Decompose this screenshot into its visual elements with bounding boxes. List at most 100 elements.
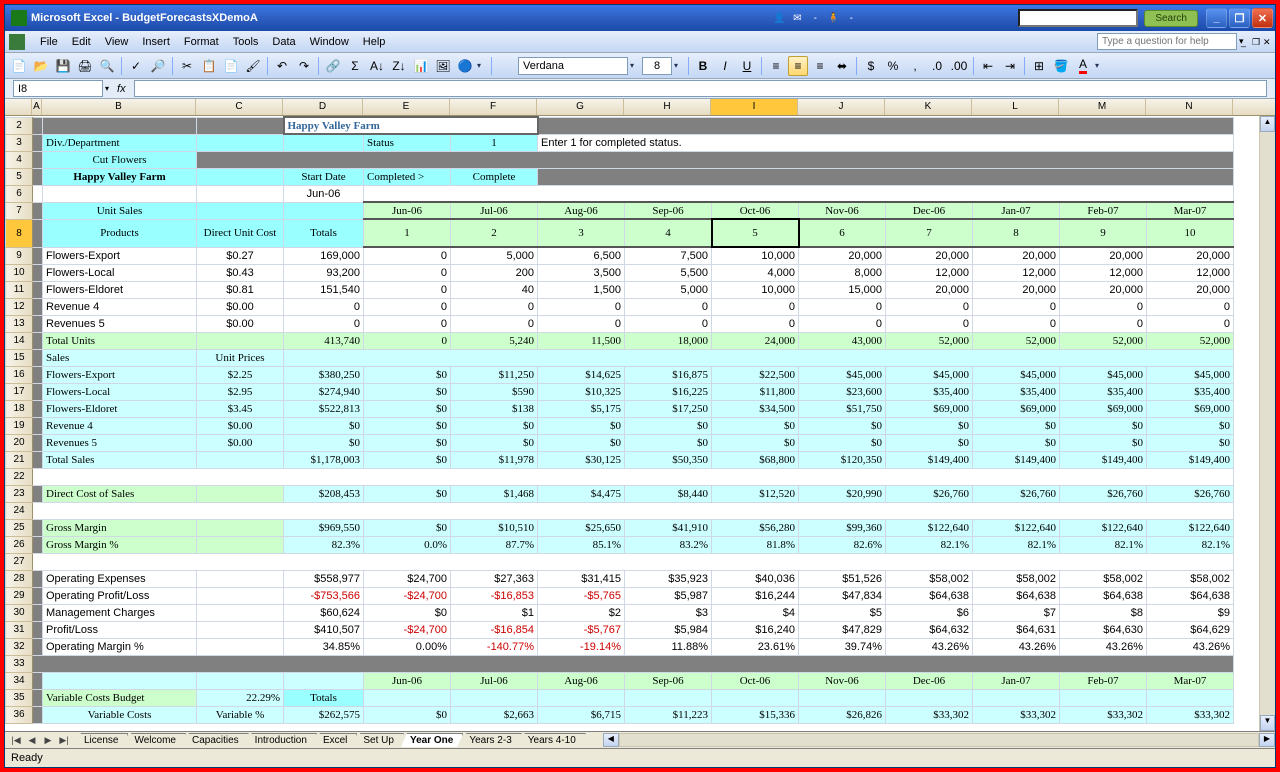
fontsize-dropdown-icon[interactable]: ▾ <box>674 57 684 75</box>
tab-years-4-10[interactable]: Years 4-10 <box>519 733 586 747</box>
font-size-select[interactable]: 8 <box>642 57 672 75</box>
inc-indent-icon[interactable]: ⇥ <box>1000 56 1020 76</box>
research-icon[interactable]: 🔎 <box>148 56 168 76</box>
mobile-icon[interactable]: 🧍 <box>826 11 840 25</box>
doc-restore[interactable]: ❐ <box>1252 37 1262 47</box>
menu-view[interactable]: View <box>98 34 136 50</box>
doc-minimize[interactable]: _ <box>1241 37 1251 47</box>
tab-license[interactable]: License <box>75 733 128 747</box>
format-more-icon[interactable]: ▾ <box>1095 57 1105 75</box>
col-G[interactable]: G <box>537 99 624 115</box>
dec-indent-icon[interactable]: ⇤ <box>978 56 998 76</box>
tab-introduction[interactable]: Introduction <box>246 733 317 747</box>
col-I[interactable]: I <box>711 99 798 115</box>
drawing-icon[interactable]: 🖼 <box>433 56 453 76</box>
undo-icon[interactable]: ↶ <box>272 56 292 76</box>
col-B[interactable]: B <box>42 99 196 115</box>
merge-icon[interactable]: ⬌ <box>832 56 852 76</box>
close-button[interactable]: ✕ <box>1252 8 1273 28</box>
spellcheck-icon[interactable]: ✓ <box>126 56 146 76</box>
col-E[interactable]: E <box>363 99 450 115</box>
comma-icon[interactable]: , <box>905 56 925 76</box>
col-L[interactable]: L <box>972 99 1059 115</box>
col-C[interactable]: C <box>196 99 283 115</box>
inc-decimal-icon[interactable]: .0 <box>927 56 947 76</box>
autosum-icon[interactable]: Σ <box>345 56 365 76</box>
fill-color-icon[interactable]: 🪣 <box>1051 56 1071 76</box>
col-A[interactable]: A <box>32 99 42 115</box>
chart-icon[interactable]: 📊 <box>411 56 431 76</box>
permission-icon[interactable]: 🖨 <box>75 56 95 76</box>
col-D[interactable]: D <box>283 99 363 115</box>
copy-icon[interactable]: 📋 <box>199 56 219 76</box>
tab-prev-icon[interactable]: ◀ <box>25 735 39 746</box>
hyperlink-icon[interactable]: 🔗 <box>323 56 343 76</box>
borders-icon[interactable]: ⊞ <box>1029 56 1049 76</box>
scroll-down-icon[interactable]: ▼ <box>1260 715 1275 731</box>
percent-icon[interactable]: % <box>883 56 903 76</box>
new-icon[interactable]: 📄 <box>9 56 29 76</box>
spreadsheet-grid[interactable]: 2Happy Valley Farm3Div./DepartmentStatus… <box>5 116 1234 724</box>
col-K[interactable]: K <box>885 99 972 115</box>
menu-data[interactable]: Data <box>265 34 302 50</box>
formula-input[interactable] <box>134 80 1267 97</box>
col-M[interactable]: M <box>1059 99 1146 115</box>
search-button[interactable]: Search <box>1144 10 1198 27</box>
tab-capacities[interactable]: Capacities <box>183 733 249 747</box>
print-preview-icon[interactable]: 🔍 <box>97 56 117 76</box>
tab-last-icon[interactable]: ▶| <box>57 735 71 746</box>
namebox-dropdown-icon[interactable]: ▾ <box>105 84 109 93</box>
name-box[interactable]: I8 <box>13 80 103 97</box>
sort-asc-icon[interactable]: A↓ <box>367 56 387 76</box>
hscroll-track[interactable] <box>619 733 1259 747</box>
menu-window[interactable]: Window <box>303 34 356 50</box>
person-icon[interactable]: 👤 <box>772 11 786 25</box>
dec-decimal-icon[interactable]: .00 <box>949 56 969 76</box>
tab-next-icon[interactable]: ▶ <box>41 735 55 746</box>
tab-set-up[interactable]: Set Up <box>354 733 404 747</box>
open-icon[interactable]: 📂 <box>31 56 51 76</box>
minimize-button[interactable]: _ <box>1206 8 1227 28</box>
toolbar-more-icon[interactable]: ▾ <box>477 57 487 75</box>
col-F[interactable]: F <box>450 99 537 115</box>
zoom-icon[interactable]: 🔵 <box>455 56 475 76</box>
tab-excel[interactable]: Excel <box>314 733 357 747</box>
tab-first-icon[interactable]: |◀ <box>9 735 23 746</box>
maximize-button[interactable]: ❐ <box>1229 8 1250 28</box>
align-right-icon[interactable]: ≡ <box>810 56 830 76</box>
menu-tools[interactable]: Tools <box>226 34 266 50</box>
font-name-select[interactable]: Verdana <box>518 57 628 75</box>
redo-icon[interactable]: ↷ <box>294 56 314 76</box>
select-all[interactable] <box>5 99 32 115</box>
align-center-icon[interactable]: ≡ <box>788 56 808 76</box>
italic-icon[interactable]: I <box>715 56 735 76</box>
paste-icon[interactable]: 📄 <box>221 56 241 76</box>
align-left-icon[interactable]: ≡ <box>766 56 786 76</box>
mail-icon[interactable]: ✉ <box>790 11 804 25</box>
hscroll-right-icon[interactable]: ▶ <box>1259 733 1275 747</box>
menu-format[interactable]: Format <box>177 34 226 50</box>
tab-welcome[interactable]: Welcome <box>125 733 186 747</box>
hscroll-left-icon[interactable]: ◀ <box>603 733 619 747</box>
currency-icon[interactable]: $ <box>861 56 881 76</box>
app-icon[interactable] <box>9 34 25 50</box>
scroll-up-icon[interactable]: ▲ <box>1260 116 1275 132</box>
cut-icon[interactable]: ✂ <box>177 56 197 76</box>
font-color-icon[interactable]: A <box>1073 56 1093 76</box>
vertical-scrollbar[interactable]: ▲ ▼ <box>1259 116 1275 731</box>
help-search[interactable] <box>1097 33 1237 50</box>
format-painter-icon[interactable]: 🖌 <box>243 56 263 76</box>
menu-edit[interactable]: Edit <box>65 34 98 50</box>
menu-insert[interactable]: Insert <box>135 34 177 50</box>
col-H[interactable]: H <box>624 99 711 115</box>
sort-desc-icon[interactable]: Z↓ <box>389 56 409 76</box>
underline-icon[interactable]: U <box>737 56 757 76</box>
bold-icon[interactable]: B <box>693 56 713 76</box>
col-J[interactable]: J <box>798 99 885 115</box>
font-dropdown-icon[interactable]: ▾ <box>630 57 640 75</box>
tab-years-2-3[interactable]: Years 2-3 <box>460 733 521 747</box>
menu-file[interactable]: File <box>33 34 65 50</box>
menu-help[interactable]: Help <box>356 34 393 50</box>
tab-year-one[interactable]: Year One <box>401 733 463 747</box>
col-N[interactable]: N <box>1146 99 1233 115</box>
